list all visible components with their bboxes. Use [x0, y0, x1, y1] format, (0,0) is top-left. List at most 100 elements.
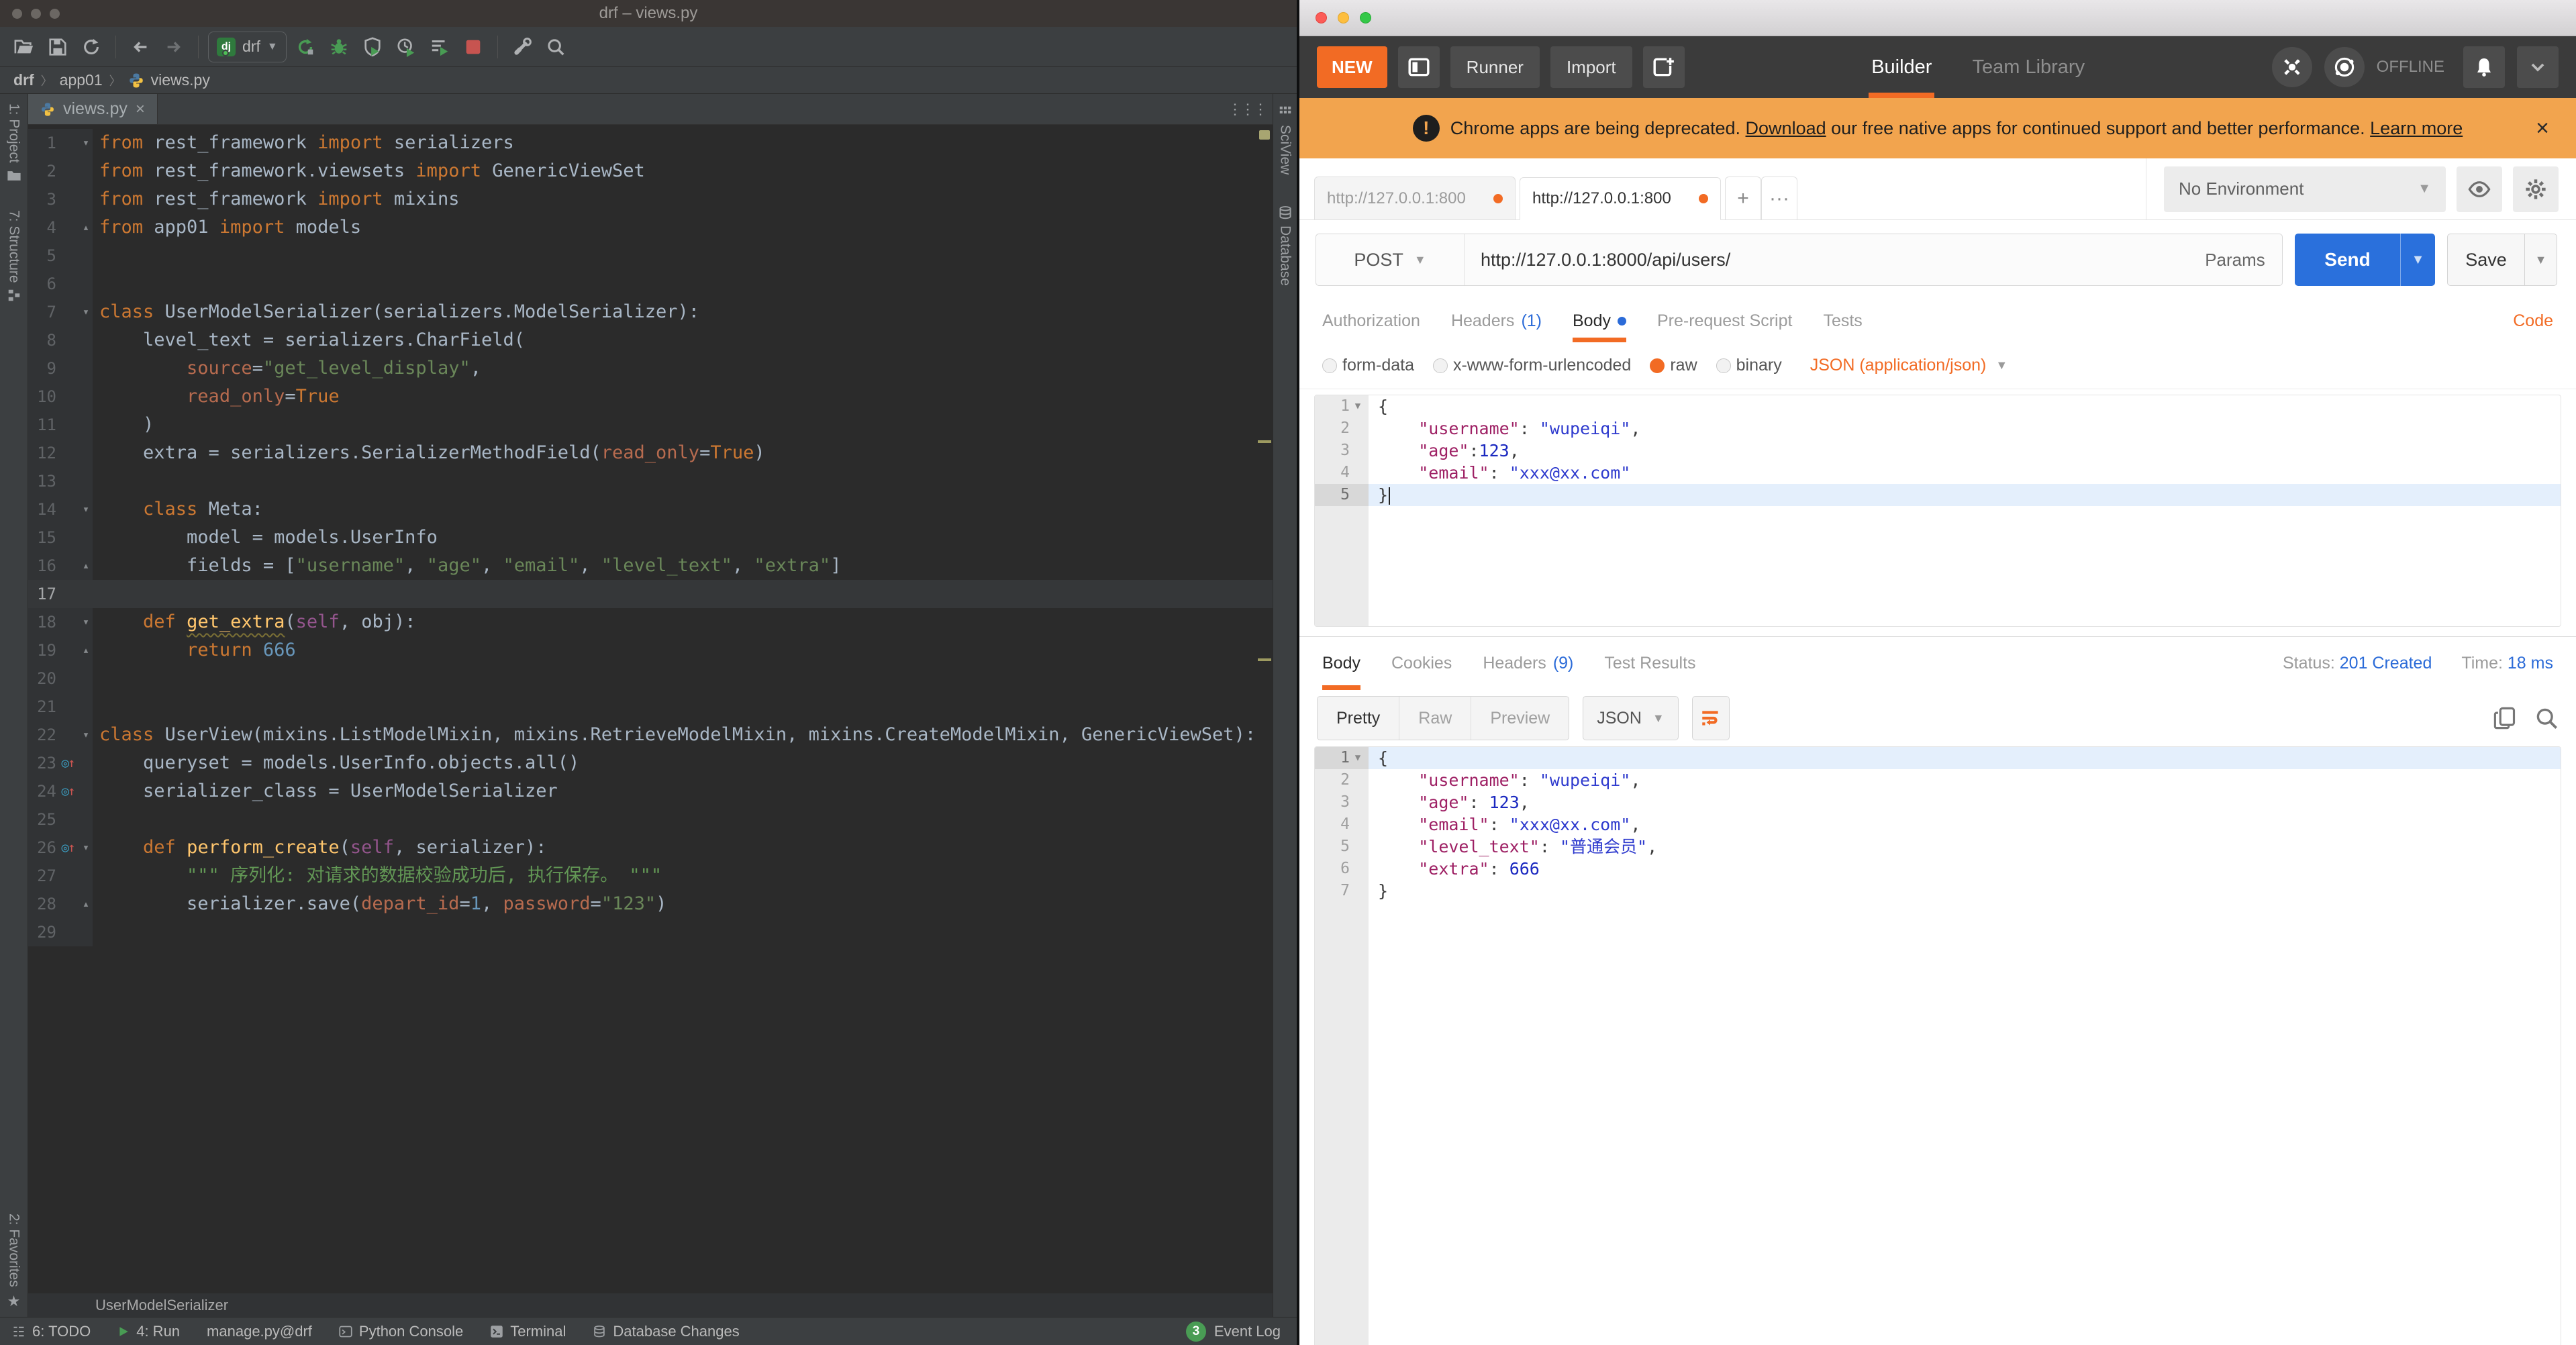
code-line[interactable]: 10 read_only=True [28, 383, 1273, 411]
toolwindow-database-button[interactable]: Database [1277, 205, 1293, 286]
code-line[interactable]: 24 ◎↑ serializer_class = UserModelSeriali… [28, 777, 1273, 805]
environment-settings-gear-button[interactable] [2513, 166, 2559, 212]
breadcrumb-package[interactable]: app01 [60, 71, 103, 89]
wrap-text-button[interactable] [1691, 696, 1730, 740]
code-line[interactable]: 7} [1315, 880, 2561, 902]
breadcrumb-file[interactable]: views.py [151, 71, 210, 89]
response-body-editor[interactable]: 1 ▼{2 "username": "wupeiqi", 3 "age": 123,… [1314, 746, 2561, 1345]
environment-preview-eye-button[interactable] [2457, 166, 2502, 212]
forward-button[interactable] [159, 32, 189, 62]
rerun-button[interactable] [291, 32, 320, 62]
code-line[interactable]: 5} [1315, 484, 2561, 506]
minimize-window-button[interactable] [1338, 12, 1349, 23]
code-line[interactable]: 16 ▴ fields = ["username", "age", "email"… [28, 552, 1273, 580]
request-tab-2[interactable]: http://127.0.0.1:800 [1520, 177, 1721, 220]
code-line[interactable]: 8 level_text = serializers.CharField( [28, 326, 1273, 354]
code-line[interactable]: 12 extra = serializers.SerializerMethodF… [28, 439, 1273, 467]
tab-builder[interactable]: Builder [1869, 36, 1935, 98]
content-type-select[interactable]: JSON (application/json) ▼ [1810, 356, 2008, 375]
import-button[interactable]: Import [1550, 46, 1632, 88]
code-line[interactable]: 3 "age": 123, [1315, 791, 2561, 813]
code-line[interactable]: 26 ◎↑ ▾ def perform_create(self, serialize… [28, 834, 1273, 862]
open-file-button[interactable] [9, 32, 39, 62]
request-body-editor[interactable]: 1 ▼{2 "username": "wupeiqi", 3 "age":123, 4… [1314, 395, 2561, 627]
override-marker-icon[interactable]: ◎↑ [62, 834, 76, 862]
send-button[interactable]: Send [2295, 234, 2400, 286]
code-line[interactable]: 5 [28, 242, 1273, 270]
generate-code-link[interactable]: Code [2513, 311, 2553, 331]
current-class-label[interactable]: UserModelSerializer [95, 1297, 228, 1314]
code-line[interactable]: 2 "username": "wupeiqi", [1315, 769, 2561, 791]
warning-stripe-mark[interactable] [1258, 658, 1271, 661]
code-line[interactable]: 19 ▴ return 666 [28, 636, 1273, 664]
code-line[interactable]: 29 [28, 918, 1273, 946]
response-tab-headers[interactable]: Headers (9) [1483, 637, 1573, 690]
code-line[interactable]: 11 ) [28, 411, 1273, 439]
send-options-chevron[interactable]: ▼ [2400, 234, 2435, 286]
response-tab-test-results[interactable]: Test Results [1604, 637, 1695, 690]
code-line[interactable]: 7 ▾ class UserModelSerializer(serializers.… [28, 298, 1273, 326]
code-line[interactable]: 9 source="get_level_display", [28, 354, 1273, 383]
code-line[interactable]: 1 ▼{ [1315, 395, 2561, 417]
synchronize-button[interactable] [77, 32, 106, 62]
warning-stripe-mark[interactable] [1258, 440, 1271, 443]
toolwindow-structure-button[interactable]: 7: Structure [6, 210, 22, 303]
tab-tests[interactable]: Tests [1823, 299, 1862, 342]
view-preview[interactable]: Preview [1471, 697, 1569, 740]
code-line[interactable]: 4 "email": "xxx@xx.com" [1315, 462, 2561, 484]
tab-views-py[interactable]: views.py × [28, 94, 158, 124]
response-tab-cookies[interactable]: Cookies [1391, 637, 1452, 690]
banner-close-icon[interactable]: × [2536, 115, 2549, 142]
code-line[interactable]: 22 ▾ class UserView(mixins.ListModelMixin,… [28, 721, 1273, 749]
code-line[interactable]: 20 [28, 664, 1273, 693]
status-database-changes[interactable]: Database Changes [593, 1323, 740, 1340]
code-line[interactable]: 15 model = models.UserInfo [28, 524, 1273, 552]
run-configuration-select[interactable]: dj drf ▼ [208, 31, 287, 62]
sync-status-button[interactable] [2324, 47, 2365, 87]
header-dropdown-button[interactable] [2517, 46, 2559, 88]
code-line[interactable]: 21 [28, 693, 1273, 721]
method-select[interactable]: POST ▼ [1316, 250, 1464, 270]
status-run[interactable]: 4: Run [117, 1323, 180, 1340]
run-tasks-button[interactable] [425, 32, 454, 62]
url-input[interactable]: http://127.0.0.1:8000/api/users/ [1465, 250, 2188, 270]
toolwindow-sciview-button[interactable]: SciView [1277, 105, 1293, 175]
toolwindow-project-button[interactable]: 1: Project [6, 103, 22, 183]
toolwindow-favorites-button[interactable]: 2: Favorites ★ [6, 1213, 22, 1310]
search-response-button[interactable] [2534, 706, 2559, 730]
save-button[interactable]: Save [2448, 234, 2524, 285]
code-editor[interactable]: 1 ▾ from rest_framework import serializers… [28, 125, 1273, 1293]
code-line[interactable]: 25 [28, 805, 1273, 834]
interceptor-button[interactable] [2271, 47, 2312, 87]
status-todo[interactable]: 6: TODO [12, 1323, 91, 1340]
status-run-config[interactable]: manage.py@drf [207, 1323, 312, 1340]
debug-button[interactable] [324, 32, 354, 62]
params-button[interactable]: Params [2188, 250, 2282, 270]
code-line[interactable]: 2 "username": "wupeiqi", [1315, 417, 2561, 440]
close-window-button[interactable] [1316, 12, 1327, 23]
override-marker-icon[interactable]: ◎↑ [62, 777, 76, 805]
close-tab-icon[interactable]: × [136, 100, 145, 119]
status-python-console[interactable]: Python Console [339, 1323, 463, 1340]
code-line[interactable]: 18 ▾ def get_extra(self, obj): [28, 608, 1273, 636]
new-tab-button[interactable]: + [1725, 177, 1761, 219]
save-all-button[interactable] [43, 32, 72, 62]
download-link[interactable]: Download [1746, 118, 1826, 138]
environment-select[interactable]: No Environment ▼ [2164, 166, 2446, 212]
request-tab-1[interactable]: http://127.0.0.1:800 [1314, 177, 1516, 219]
search-everywhere-button[interactable] [541, 32, 571, 62]
code-line[interactable]: 27 """ 序列化: 对请求的数据校验成功后, 执行保存。 """ [28, 862, 1273, 890]
mode-form-data[interactable]: form-data [1322, 356, 1414, 375]
code-line[interactable]: 6 [28, 270, 1273, 298]
learn-more-link[interactable]: Learn more [2370, 118, 2463, 138]
view-pretty[interactable]: Pretty [1318, 697, 1400, 740]
code-line[interactable]: 3 "age":123, [1315, 440, 2561, 462]
more-tabs-button[interactable]: ··· [1761, 177, 1797, 219]
code-line[interactable]: 5 "level_text": "普通会员", [1315, 836, 2561, 858]
mode-binary[interactable]: binary [1716, 356, 1782, 375]
override-marker-icon[interactable]: ◎↑ [62, 749, 76, 777]
notifications-bell-button[interactable] [2463, 46, 2505, 88]
inspection-indicator[interactable] [1259, 130, 1270, 140]
code-line[interactable]: 17 [28, 580, 1273, 608]
response-tab-body[interactable]: Body [1322, 637, 1360, 690]
